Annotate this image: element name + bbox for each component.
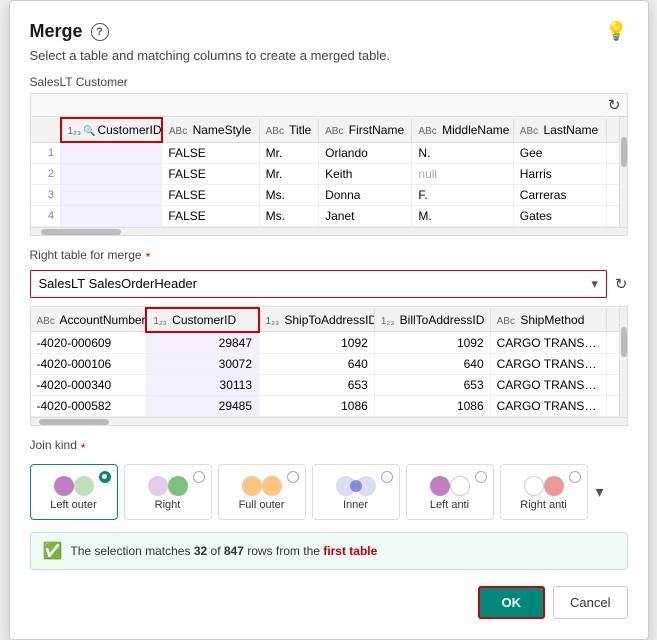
radio-inner [381,471,393,483]
join-right-anti[interactable]: Right anti [500,464,588,520]
venn-full-outer [242,473,282,499]
chevron-down-icon: ▾ [591,276,598,292]
help-icon[interactable]: ? [91,23,109,41]
right-col-customerid[interactable]: 1₂₃ CustomerID [146,308,258,332]
join-left-anti-label: Left anti [430,499,469,511]
dialog-title: Merge ? [30,21,109,42]
title-text: Merge [30,21,83,42]
radio-right-anti [569,471,581,483]
top-table: 1₂₃🔍CustomerID ABc NameStyle ABc Title A… [31,117,627,227]
table-row: 3 FALSEMs.DonnaF.Carreras [31,184,627,205]
top-col-firstname[interactable]: ABc FirstName [319,118,412,142]
cancel-button[interactable]: Cancel [553,586,627,619]
check-icon: ✅ [43,541,63,561]
right-table: ABc AccountNumber 1₂₃ CustomerID 1₂₃ Shi… [31,307,627,417]
top-col-namestyle[interactable]: ABc NameStyle [162,118,259,142]
join-required-asterisk: * [81,441,86,455]
right-col-accountnumber[interactable]: ABc AccountNumber [31,308,147,332]
info-text: The selection matches 32 of 847 rows fro… [70,544,377,558]
join-right[interactable]: Right [124,464,212,520]
top-col-middlename[interactable]: ABc MiddleName [412,118,513,142]
join-more-arrow[interactable]: ▾ [596,482,604,502]
radio-right [193,471,205,483]
top-table-container: ↻ 1₂₃🔍CustomerID ABc NameStyle ABc Title… [30,93,628,236]
top-table-refresh-icon[interactable]: ↻ [608,96,621,114]
top-table-label: SalesLT Customer [30,75,628,89]
join-right-label: Right [155,499,181,511]
required-asterisk: * [146,250,151,264]
venn-right-anti [524,473,564,499]
top-col-title[interactable]: ABc Title [259,118,319,142]
right-col-shiptoaddress[interactable]: 1₂₃ ShipToAddressID [259,308,375,332]
join-inner-label: Inner [343,499,368,511]
right-col-billtoaddress[interactable]: 1₂₃ BillToAddressID [374,308,490,332]
join-kind-label: Join kind [30,438,77,452]
venn-left-anti [430,473,470,499]
join-left-outer-label: Left outer [50,499,96,511]
table-row: 2 FALSEMr.KeithnullHarris [31,163,627,184]
right-table-scrollbar[interactable] [619,307,627,417]
lightbulb-icon[interactable]: 💡 [605,21,627,42]
right-table-container: ABc AccountNumber 1₂₃ CustomerID 1₂₃ Shi… [30,306,628,426]
info-bar: ✅ The selection matches 32 of 847 rows f… [30,532,628,570]
radio-left-outer [99,471,111,483]
dropdown-row: SalesLT SalesOrderHeader ▾ ↻ [30,270,628,298]
right-col-shipmethod[interactable]: ABc ShipMethod [490,308,606,332]
right-table-dropdown[interactable]: SalesLT SalesOrderHeader ▾ [30,270,607,298]
dialog-header: Merge ? 💡 [30,21,628,42]
join-options: Left outer Right Full outer [30,464,628,520]
join-full-outer[interactable]: Full outer [218,464,306,520]
table-row: -4020-000106 30072 640 640 CARGO TRANSPO… [31,353,627,374]
table-row: -4020-000340 30113 653 653 CARGO TRANSPO… [31,374,627,395]
venn-left-outer [54,473,94,499]
join-left-anti[interactable]: Left anti [406,464,494,520]
ok-button[interactable]: OK [478,586,546,619]
merge-dialog: Merge ? 💡 Select a table and matching co… [9,0,649,640]
dialog-footer: OK Cancel [30,586,628,619]
radio-left-anti [475,471,487,483]
table-row: -4020-000582 29485 1086 1086 CARGO TRANS… [31,395,627,416]
right-table-section-label: Right table for merge [30,248,142,262]
right-table-hscroll[interactable] [31,417,627,425]
top-col-customerid[interactable]: 1₂₃🔍CustomerID [61,118,162,142]
join-right-anti-label: Right anti [520,499,566,511]
join-left-outer[interactable]: Left outer [30,464,118,520]
top-col-lastname[interactable]: ABc LastName [513,118,606,142]
subtitle: Select a table and matching columns to c… [30,48,628,63]
table-row: 4 FALSEMs.JanetM.Gates [31,205,627,226]
table-row: 1 FALSEMr.OrlandoN.Gee [31,142,627,163]
join-inner[interactable]: Inner [312,464,400,520]
dropdown-value: SalesLT SalesOrderHeader [39,276,198,291]
venn-right [148,473,188,499]
radio-full-outer [287,471,299,483]
top-table-hscroll[interactable] [31,227,627,235]
right-table-refresh-icon[interactable]: ↻ [615,275,628,293]
venn-inner [336,473,376,499]
table-row: -4020-000609 29847 1092 1092 CARGO TRANS… [31,332,627,354]
top-table-scrollbar[interactable] [619,117,627,227]
join-full-outer-label: Full outer [239,499,285,511]
